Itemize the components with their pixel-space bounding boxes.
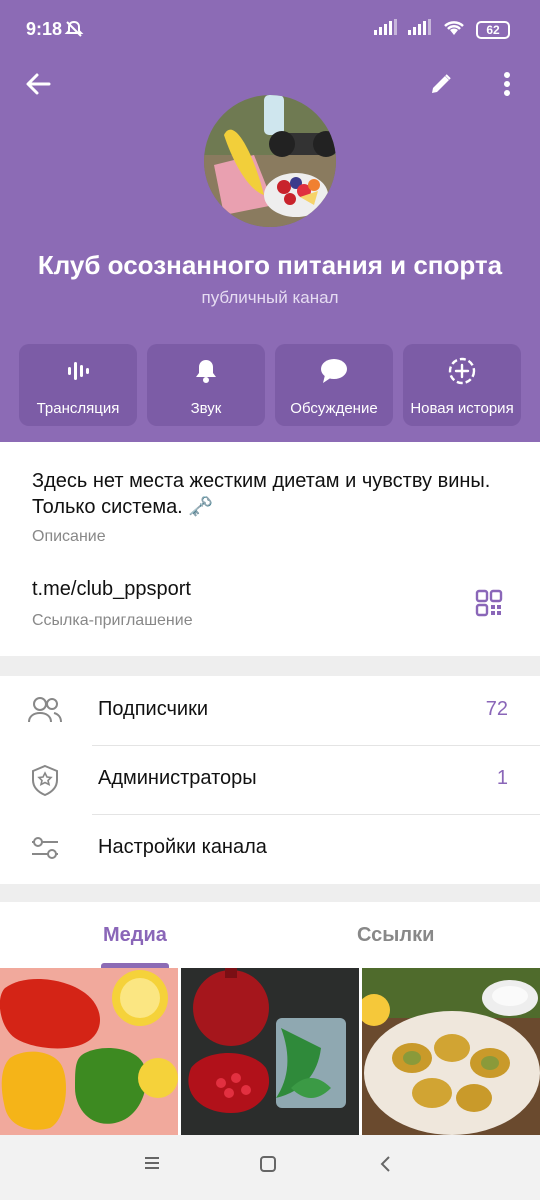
discussion-label: Обсуждение [290, 400, 378, 417]
status-time: 9:18 [26, 19, 63, 39]
tab-media[interactable]: Медиа [103, 924, 167, 947]
edit-button[interactable] [421, 66, 461, 106]
channel-title: Клуб осознанного питания и спорта [37, 250, 503, 280]
recent-apps-button[interactable] [143, 1155, 161, 1176]
subscribers-icon [28, 695, 62, 730]
subscribers-label: Подписчики [98, 698, 209, 720]
back-nav-button[interactable] [379, 1155, 393, 1178]
media-tabs: Медиа Ссылки [0, 902, 540, 968]
more-options-button[interactable] [487, 66, 527, 106]
menu-lines-icon [143, 1157, 161, 1175]
channel-menu: Подписчики 72 Администраторы 1 Настройки… [0, 676, 540, 884]
description-caption: Описание [32, 528, 106, 545]
action-buttons: Трансляция Звук Обсуждение Новая история [19, 344, 521, 426]
chat-bubble-icon [320, 357, 348, 385]
discussion-button[interactable]: Обсуждение [275, 344, 393, 426]
battery-indicator: 62 [476, 20, 510, 39]
channel-settings-label: Настройки канала [98, 836, 267, 858]
channel-description: Здесь нет места жестким диетам и чувству… [32, 470, 491, 518]
media-thumbnail[interactable] [181, 968, 359, 1135]
settings-sliders-icon [28, 833, 62, 868]
mute-notification-icon [64, 19, 84, 44]
arrow-left-icon [25, 71, 51, 102]
media-thumbnail[interactable] [0, 968, 178, 1135]
qr-code-button[interactable] [475, 589, 503, 622]
sound-label: Звук [190, 400, 222, 417]
section-separator [0, 884, 540, 902]
section-separator [0, 656, 540, 676]
qr-code-icon [475, 589, 503, 621]
pencil-icon [429, 72, 453, 101]
more-vertical-icon [503, 71, 511, 102]
administrators-count: 1 [496, 767, 508, 789]
channel-info: Здесь нет места жестким диетам и чувству… [0, 442, 540, 656]
broadcast-button[interactable]: Трансляция [19, 344, 137, 426]
tab-links[interactable]: Ссылки [357, 924, 434, 947]
administrators-label: Администраторы [98, 767, 257, 789]
wifi-icon [442, 18, 466, 41]
admin-shield-icon [28, 764, 62, 801]
invite-link[interactable]: t.me/club_ppsport [32, 578, 191, 601]
sound-button[interactable]: Звук [147, 344, 265, 426]
broadcast-icon [66, 357, 90, 385]
channel-header: 9:18 62 Клуб осознанного питания и спорт… [0, 0, 540, 442]
media-thumbnail[interactable] [362, 968, 540, 1135]
system-nav-bar [0, 1135, 540, 1200]
channel-avatar[interactable] [204, 95, 336, 227]
broadcast-label: Трансляция [36, 400, 120, 417]
bell-icon [194, 357, 218, 385]
signal-icon-2 [408, 19, 432, 40]
home-button[interactable] [259, 1155, 277, 1178]
subscribers-row[interactable]: Подписчики 72 [0, 676, 540, 745]
square-icon [259, 1156, 277, 1177]
channel-settings-row[interactable]: Настройки канала [0, 814, 540, 883]
subscribers-count: 72 [485, 698, 508, 720]
status-bar: 9:18 62 [0, 0, 540, 60]
chevron-left-icon [379, 1156, 393, 1177]
signal-icon [374, 19, 398, 40]
new-story-label: Новая история [410, 400, 514, 417]
channel-subtitle: публичный канал [201, 288, 339, 307]
new-story-button[interactable]: Новая история [403, 344, 521, 426]
administrators-row[interactable]: Администраторы 1 [0, 745, 540, 814]
invite-link-caption: Ссылка-приглашение [32, 612, 193, 629]
back-button[interactable] [18, 66, 58, 106]
new-story-icon [448, 357, 476, 385]
media-grid [0, 968, 540, 1135]
